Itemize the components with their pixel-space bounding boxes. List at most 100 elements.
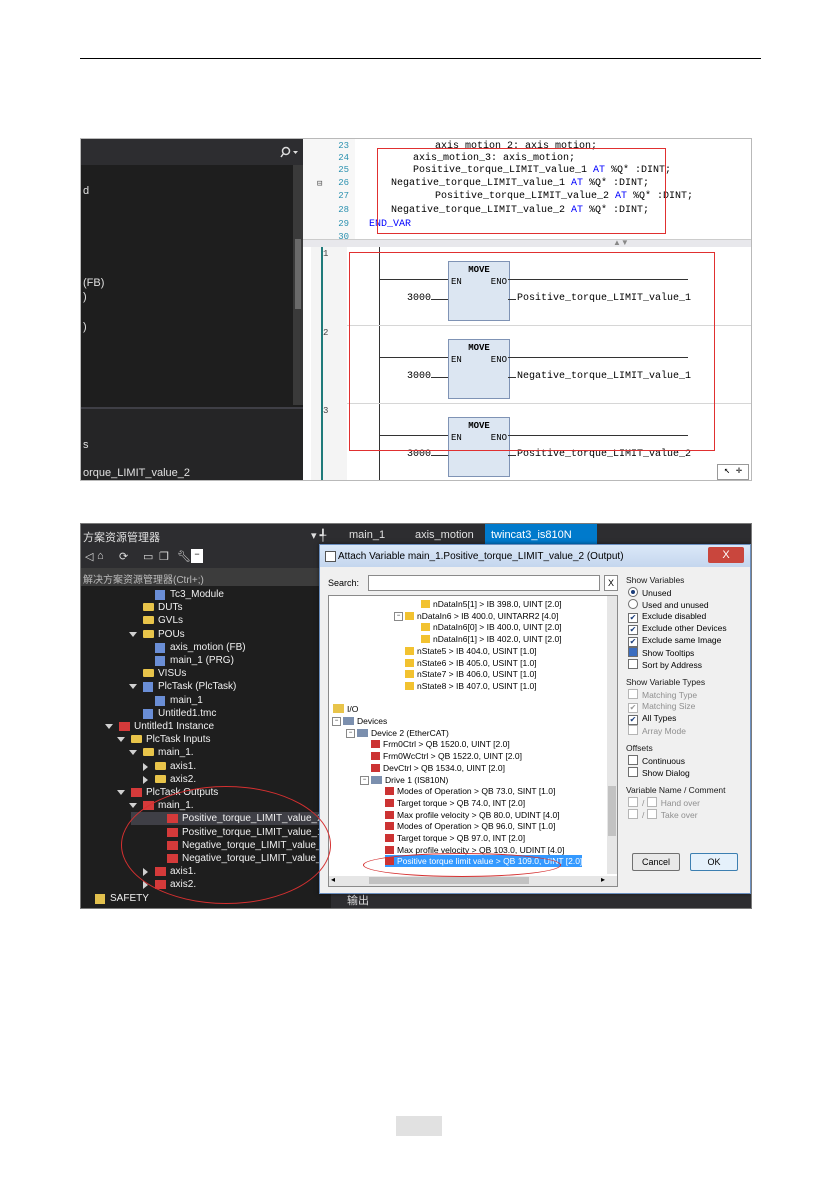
collapse-toggle-icon[interactable]: − bbox=[360, 775, 369, 785]
tree-item[interactable]: main_1 bbox=[170, 694, 203, 707]
close-button[interactable]: X bbox=[708, 547, 744, 563]
sidebar-scroll-thumb[interactable] bbox=[295, 239, 301, 309]
expand-icon[interactable] bbox=[129, 684, 137, 690]
tree-item[interactable]: PlcTask Inputs bbox=[146, 733, 210, 746]
all-types-checkbox[interactable]: ✔ All Types bbox=[628, 713, 676, 725]
array-mode-checkbox[interactable]: Array Mode bbox=[628, 725, 686, 736]
expand-icon[interactable] bbox=[129, 803, 137, 809]
collapse-toggle-icon[interactable]: − bbox=[346, 728, 355, 738]
collapse-toggle-icon[interactable]: − bbox=[394, 611, 403, 621]
tree-vscroll-thumb[interactable] bbox=[608, 786, 616, 836]
variable-row[interactable]: Devices bbox=[343, 715, 387, 727]
sync-icon[interactable]: ⟳ bbox=[119, 550, 128, 563]
cancel-button[interactable]: Cancel bbox=[632, 853, 680, 871]
cursor-tools-icon[interactable]: ↖ ✛ bbox=[717, 464, 749, 480]
ok-button[interactable]: OK bbox=[690, 853, 738, 871]
sidebar-fragment: d bbox=[83, 185, 90, 197]
show-dialog-checkbox[interactable]: Show Dialog bbox=[628, 767, 690, 778]
variable-row[interactable]: DevCtrl > QB 1534.0, UINT [2.0] bbox=[371, 762, 505, 774]
matching-type-checkbox[interactable]: Matching Type bbox=[628, 689, 697, 700]
expand-icon[interactable] bbox=[129, 631, 137, 637]
hscroll-thumb[interactable] bbox=[369, 877, 529, 884]
exclude-same-checkbox[interactable]: ✔ Exclude same Image bbox=[628, 635, 721, 647]
tab-axis-motion[interactable]: axis_motion bbox=[415, 529, 474, 541]
variable-row[interactable]: nState5 > IB 404.0, USINT [1.0] bbox=[405, 645, 537, 657]
variable-row[interactable]: nDataIn6 > IB 400.0, UINTARR2 [4.0] bbox=[405, 610, 558, 622]
variable-icon bbox=[371, 752, 380, 761]
copy-icon[interactable]: ❐ bbox=[159, 550, 169, 563]
collapse-icon[interactable] bbox=[143, 775, 148, 784]
tree-item[interactable]: Tc3_Module bbox=[170, 588, 224, 601]
take-over-checkbox[interactable]: / Take over bbox=[628, 809, 698, 820]
tree-item[interactable]: PlcTask (PlcTask) bbox=[158, 680, 236, 693]
search-icon[interactable] bbox=[279, 146, 299, 158]
toggle-icon[interactable]: − bbox=[191, 549, 203, 563]
tab-twincat3[interactable]: twincat3_is810N bbox=[491, 529, 572, 541]
variable-tree[interactable]: ◂ ▸ nDataIn5[1] > IB 398.0, UINT [2.0] nD… bbox=[328, 595, 618, 887]
variable-row[interactable]: Max profile velocity > QB 80.0, UDINT [4… bbox=[385, 809, 560, 821]
tree-item[interactable]: DUTs bbox=[158, 601, 182, 614]
show-tooltips-checkbox[interactable]: Show Tooltips bbox=[628, 647, 694, 658]
declaration-editor[interactable]: 23 24 25 26 27 28 29 30 ⊟ axis_motion_2:… bbox=[303, 139, 751, 242]
tree-item[interactable]: POUs bbox=[158, 628, 185, 641]
tree-item[interactable]: Untitled1 Instance bbox=[134, 720, 214, 733]
home-icon[interactable]: ⌂ bbox=[97, 550, 104, 562]
collapse-all-icon[interactable]: ▭ bbox=[143, 550, 153, 563]
variable-row[interactable]: nState6 > IB 405.0, USINT [1.0] bbox=[405, 657, 537, 669]
variable-row[interactable]: Frm0WcCtrl > QB 1522.0, UINT [2.0] bbox=[371, 750, 522, 762]
scroll-left-icon[interactable]: ◂ bbox=[331, 875, 335, 884]
collapse-toggle-icon[interactable]: − bbox=[332, 717, 341, 726]
variable-row[interactable]: Frm0Ctrl > QB 1520.0, UINT [2.0] bbox=[371, 738, 510, 750]
exclude-other-checkbox[interactable]: ✔ Exclude other Devices bbox=[628, 623, 727, 635]
expand-icon[interactable] bbox=[117, 737, 125, 743]
tree-item[interactable]: SAFETY bbox=[110, 892, 149, 905]
sidebar-fragment: orque_LIMIT_value_2 bbox=[83, 467, 191, 479]
collapse-icon[interactable] bbox=[143, 762, 148, 771]
variable-row[interactable]: Drive 1 (IS810N) bbox=[371, 774, 448, 786]
variable-row[interactable]: Modes of Operation > QB 96.0, SINT [1.0] bbox=[385, 820, 555, 832]
tree-item[interactable]: VISUs bbox=[158, 667, 186, 680]
tree-item[interactable]: Untitled1.tmc bbox=[158, 707, 216, 720]
collapse-icon[interactable]: ⊟ bbox=[317, 179, 322, 189]
variable-row[interactable]: nState8 > IB 407.0, USINT [1.0] bbox=[405, 680, 537, 692]
highlight-ellipse bbox=[363, 853, 561, 877]
variable-row[interactable]: Device 2 (EtherCAT) bbox=[357, 727, 449, 739]
expand-icon[interactable] bbox=[129, 750, 137, 756]
exclude-disabled-checkbox[interactable]: ✔ Exclude disabled bbox=[628, 611, 706, 623]
matching-size-checkbox[interactable]: ✔ Matching Size bbox=[628, 701, 695, 713]
tree-hscrollbar[interactable]: ◂ ▸ bbox=[329, 875, 617, 886]
wrench-icon[interactable]: 🔧︎ bbox=[177, 550, 191, 563]
search-input[interactable] bbox=[368, 575, 600, 591]
variable-row[interactable]: Modes of Operation > QB 73.0, SINT [1.0] bbox=[385, 785, 555, 797]
sort-address-checkbox[interactable]: Sort by Address bbox=[628, 659, 702, 670]
variable-row[interactable]: nDataIn5[1] > IB 398.0, UINT [2.0] bbox=[421, 598, 562, 610]
checkbox-disabled-icon bbox=[628, 809, 638, 819]
tree-item[interactable]: axis2. bbox=[170, 773, 196, 786]
variable-row[interactable]: nState7 > IB 406.0, USINT [1.0] bbox=[405, 668, 537, 680]
back-icon[interactable]: ◁ bbox=[85, 550, 93, 563]
tree-item[interactable]: axis_motion (FB) bbox=[170, 641, 246, 654]
expand-icon[interactable] bbox=[117, 790, 125, 795]
attach-variable-dialog: Attach Variable main_1.Positive_torque_L… bbox=[319, 544, 751, 894]
ladder-editor[interactable]: 1 MOVE EN ENO 3000 Positive_torque_LIMIT… bbox=[303, 247, 751, 480]
variable-row[interactable]: I/O bbox=[333, 703, 358, 715]
used-unused-radio[interactable]: Used and unused bbox=[628, 599, 709, 610]
tree-item[interactable]: main_1 (PRG) bbox=[170, 654, 234, 667]
explorer-search[interactable]: 解决方案资源管理器(Ctrl+;) bbox=[81, 568, 331, 586]
search-clear-button[interactable]: X bbox=[604, 575, 618, 591]
variable-row[interactable]: Target torque > QB 97.0, INT [2.0] bbox=[385, 832, 525, 844]
scroll-right-icon[interactable]: ▸ bbox=[601, 875, 605, 884]
tree-item[interactable]: GVLs bbox=[158, 614, 183, 627]
tree-item[interactable]: axis1. bbox=[170, 760, 196, 773]
unused-radio[interactable]: Unused bbox=[628, 587, 671, 598]
variable-row[interactable]: nDataIn6[1] > IB 402.0, UINT [2.0] bbox=[421, 633, 562, 645]
hand-over-checkbox[interactable]: / Hand over bbox=[628, 797, 700, 808]
expand-icon[interactable] bbox=[105, 724, 113, 729]
tab-main-1[interactable]: main_1 bbox=[349, 529, 385, 541]
variable-row[interactable]: nDataIn6[0] > IB 400.0, UINT [2.0] bbox=[421, 621, 562, 633]
variable-row[interactable]: Target torque > QB 74.0, INT [2.0] bbox=[385, 797, 525, 809]
continuous-checkbox[interactable]: Continuous bbox=[628, 755, 685, 766]
tree-item[interactable]: main_1. bbox=[158, 746, 194, 759]
pin-icon[interactable]: ▾ ╃ bbox=[311, 529, 326, 542]
splitter-arrows-icon[interactable]: ▲▼ bbox=[613, 238, 629, 247]
